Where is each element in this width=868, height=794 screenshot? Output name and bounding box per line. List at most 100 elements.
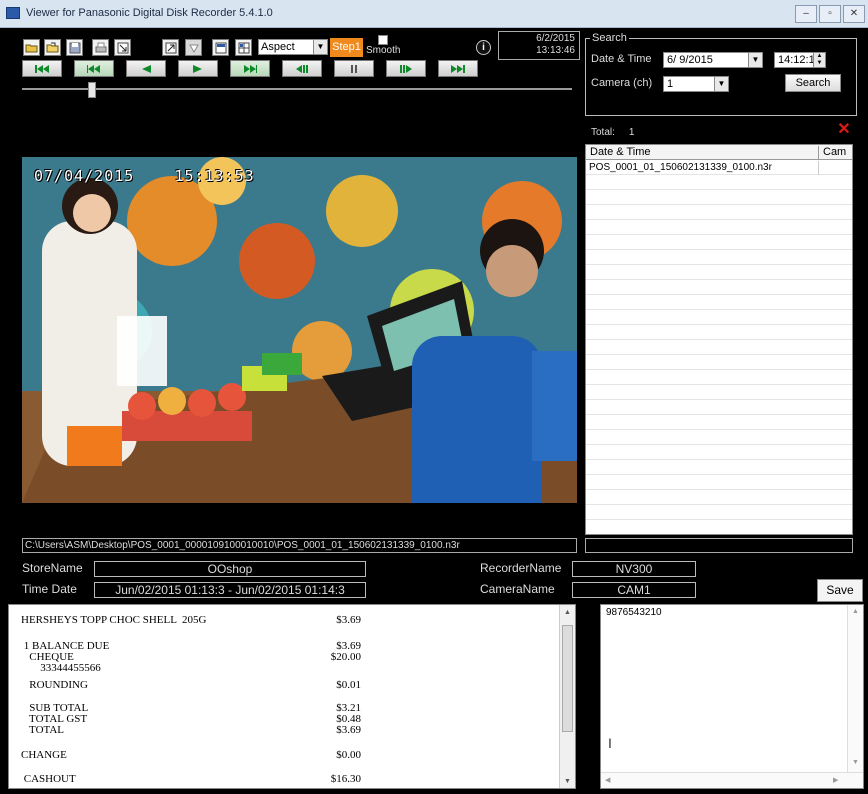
receipt-line-left: ROUNDING [21,679,88,691]
step-forward-button[interactable] [386,60,426,77]
smooth-checkbox[interactable] [378,35,388,45]
video-frame[interactable]: 07/04/2015 15:13:53 [22,121,577,538]
aspect-select-value: Aspect [261,41,295,53]
file-list[interactable]: Date & Time Cam POS_0001_01_150602131339… [585,144,853,535]
date-time-label: Date & Time [591,53,652,65]
open-file-icon[interactable] [44,39,61,56]
time-spinner[interactable]: 14:12:11 ▲ ▼ [774,52,826,68]
minimize-button[interactable]: – [795,5,817,23]
scrollbar-thumb[interactable] [562,625,573,732]
scroll-up-icon[interactable]: ▲ [852,608,859,615]
total-count: Total: 1 [591,127,634,138]
clock-date: 6/2/2015 [536,33,575,44]
pause-icon [351,64,357,73]
receipt-line-right: $16.30 [330,773,361,785]
receipt-line-left: CASHOUT [21,773,76,785]
fast-forward-icon [244,64,257,73]
column-cam[interactable]: Cam [818,146,852,160]
step-back-button[interactable] [282,60,322,77]
receipt-line-right: $20.00 [330,651,361,663]
scroll-left-icon[interactable]: ◀ [605,776,610,784]
title-bar: Viewer for Panasonic Digital Disk Record… [0,0,868,28]
camera-select[interactable]: 1 ▼ [663,76,729,92]
search-group: Search Date & Time 6/ 9/2015 ▼ 14:12:11 … [585,32,857,116]
clock-display: 6/2/2015 13:13:46 [498,31,580,60]
app-icon [6,7,20,19]
receipt-line-left: 33344455566 [21,662,101,674]
open-folder-icon[interactable] [23,39,40,56]
receipt-text[interactable]: HERSHEYS TOPP CHOC SHELL 205G $3.69 1 BA… [8,604,576,789]
search-button[interactable]: Search [785,74,841,92]
spinner-arrows-icon[interactable]: ▲ ▼ [813,53,825,67]
receipt-scrollbar[interactable]: ▲ ▼ [559,605,575,788]
step1-button[interactable]: Step1 [330,38,363,57]
zoom-icon[interactable] [185,39,202,56]
store-name-field: OOshop [94,561,366,577]
file-list-header: Date & Time Cam [586,145,852,160]
save-icon[interactable] [66,39,83,56]
skip-to-start-button[interactable] [22,60,62,77]
layout-1-icon[interactable] [212,39,229,56]
fast-forward-button[interactable] [230,60,270,77]
scroll-up-icon[interactable]: ▲ [560,605,575,619]
aspect-select[interactable]: Aspect ▼ [258,39,328,55]
delete-icon[interactable]: ✕ [836,122,852,138]
main-area: Aspect ▼ Step1 Smooth i 6/2/2015 13:13:4… [0,28,868,794]
camera-name-field: CAM1 [572,582,696,598]
osd-time: 15:13:53 [174,167,255,185]
notes-textarea[interactable]: 9876543210 I ▲ ▼ ◀ ▶ [600,604,864,789]
list-item-separator [818,161,819,175]
skip-to-end-button[interactable] [438,60,478,77]
total-label: Total: [591,127,615,138]
save-button[interactable]: Save [817,579,863,602]
reverse-play-icon [142,64,151,73]
scroll-right-icon[interactable]: ▶ [833,776,838,784]
receipt-line-right: $0.01 [336,679,361,691]
column-date-time[interactable]: Date & Time [590,146,651,158]
window-title: Viewer for Panasonic Digital Disk Record… [26,7,273,19]
timeline-slider-track[interactable] [22,88,572,90]
receipt-line-left: HERSHEYS TOPP CHOC SHELL 205G [21,614,207,626]
search-legend: Search [590,32,629,44]
snapshot-icon[interactable] [162,39,179,56]
print-icon[interactable] [92,39,109,56]
store-name-label: StoreName [22,561,83,575]
export-icon[interactable] [114,39,131,56]
chevron-down-icon: ▼ [714,77,728,91]
date-picker[interactable]: 6/ 9/2015 ▼ [663,52,763,68]
timeline-slider-thumb[interactable] [88,82,96,98]
file-list-footer [585,538,853,553]
step-back-icon [296,64,308,73]
maximize-button[interactable]: ▫ [819,5,841,23]
skip-to-end-icon [451,64,465,73]
camera-select-value: 1 [667,78,674,90]
date-picker-value: 6/ 9/2015 [667,54,713,66]
video-osd: 07/04/2015 15:13:53 [34,167,255,185]
reverse-play-button[interactable] [126,60,166,77]
play-icon [193,64,202,73]
notes-vertical-scrollbar[interactable]: ▲ ▼ [847,605,863,773]
play-button[interactable] [178,60,218,77]
list-item[interactable]: POS_0001_01_150602131339_0100.n3r [586,161,852,175]
layout-4-icon[interactable] [235,39,252,56]
total-value: 1 [628,127,635,138]
text-cursor-icon: I [608,735,612,751]
chevron-down-icon: ▼ [748,53,762,67]
fast-rewind-icon [87,64,100,73]
notes-horizontal-scrollbar[interactable]: ◀ ▶ [601,772,863,788]
close-button[interactable]: ✕ [843,5,865,23]
scroll-down-icon[interactable]: ▼ [852,759,859,766]
receipt-line-left: CHANGE [21,749,67,761]
pause-button[interactable] [334,60,374,77]
info-icon[interactable]: i [476,40,491,55]
notes-text: 9876543210 [606,607,662,618]
receipt-line-right: $3.69 [336,614,361,626]
receipt-line-left: TOTAL [21,724,65,736]
receipt-line-right: $3.69 [336,724,361,736]
osd-date: 07/04/2015 [34,167,135,185]
chevron-down-icon: ▼ [313,40,327,54]
fast-rewind-button[interactable] [74,60,114,77]
camera-label: Camera (ch) [591,77,653,89]
step-forward-icon [400,64,412,73]
scroll-down-icon[interactable]: ▼ [560,774,575,788]
